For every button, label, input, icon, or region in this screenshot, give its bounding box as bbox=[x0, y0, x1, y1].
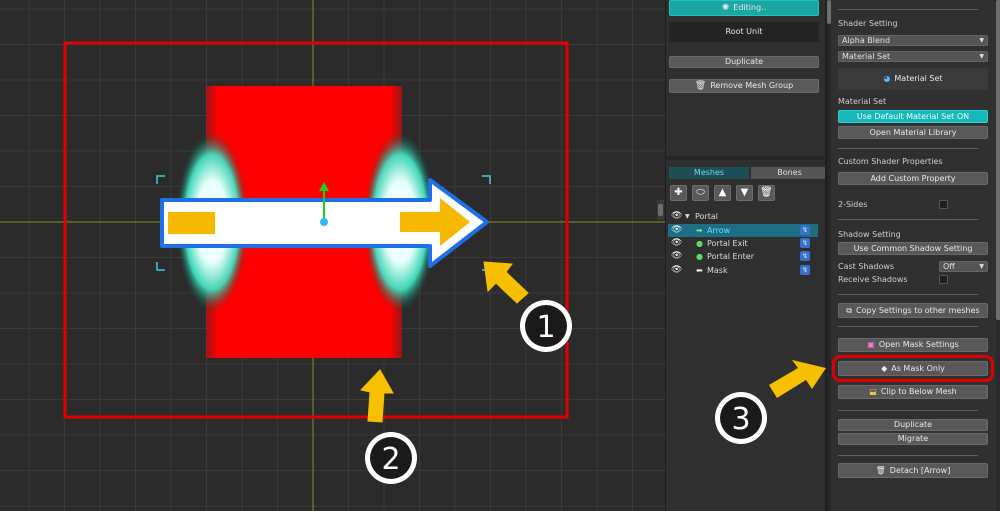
tree-item-portal[interactable]: 👁 ▼ Portal bbox=[668, 210, 818, 223]
custom-shader-label: Custom Shader Properties bbox=[838, 157, 943, 166]
tree-item-portal-exit[interactable]: 👁 ● Portal Exit ↯ bbox=[668, 237, 818, 250]
trash-icon: 🗑 bbox=[694, 81, 707, 91]
two-sides-checkbox[interactable] bbox=[939, 200, 948, 209]
visibility-eye-icon[interactable]: 👁 bbox=[671, 237, 682, 250]
duplicate-button[interactable]: Duplicate bbox=[838, 419, 988, 431]
diamond-icon: ◆ bbox=[881, 364, 888, 373]
link-icon[interactable]: ↯ bbox=[800, 238, 810, 248]
add-icon[interactable]: ✚ bbox=[670, 185, 687, 201]
scrollbar-thumb[interactable] bbox=[658, 204, 663, 216]
tree-item-arrow[interactable]: 👁 ➡ Arrow ↯ bbox=[668, 224, 818, 237]
tree-item-mask[interactable]: 👁 ⬅ Mask ↯ bbox=[668, 264, 818, 277]
clip-icon: ⬓ bbox=[869, 387, 877, 396]
scrollbar-thumb[interactable] bbox=[827, 0, 831, 24]
visibility-eye-icon[interactable]: 👁 bbox=[671, 210, 682, 223]
chevron-down-icon: ▼ bbox=[979, 53, 984, 60]
visibility-eye-icon[interactable]: 👁 bbox=[671, 264, 682, 277]
callout-badge-1: 1 bbox=[520, 300, 572, 352]
divider bbox=[838, 294, 978, 295]
blend-mode-select[interactable]: Alpha Blend ▼ bbox=[838, 35, 988, 46]
cast-shadows-select[interactable]: Off ▼ bbox=[939, 261, 988, 272]
move-down-icon[interactable]: ▼ bbox=[736, 185, 753, 201]
as-mask-only-button[interactable]: ◆ As Mask Only bbox=[832, 355, 994, 382]
link-icon[interactable]: ↯ bbox=[800, 251, 810, 261]
trash-icon[interactable]: 🗑 bbox=[758, 185, 775, 201]
open-mask-settings-button[interactable]: ▣ Open Mask Settings bbox=[838, 338, 988, 352]
chevron-down-icon: ▼ bbox=[979, 263, 984, 270]
material-select[interactable]: Material Set ▼ bbox=[838, 51, 988, 62]
inspector-scrollbar[interactable] bbox=[996, 0, 1000, 511]
duplicate-mesh-group-button[interactable]: Duplicate bbox=[669, 56, 819, 68]
material-set-label: Material Set bbox=[838, 97, 887, 106]
divider bbox=[838, 326, 978, 327]
panel-divider bbox=[666, 156, 824, 160]
link-icon[interactable]: ↯ bbox=[800, 265, 810, 275]
shadow-setting-label: Shadow Setting bbox=[838, 230, 901, 239]
editing-button[interactable]: ✺ Editing.. bbox=[669, 0, 819, 16]
remove-mesh-group-button[interactable]: 🗑 Remove Mesh Group bbox=[669, 79, 819, 93]
trash-icon: 🗑 bbox=[875, 466, 886, 475]
visibility-eye-icon[interactable]: 👁 bbox=[671, 250, 682, 263]
callout-badge-2: 2 bbox=[365, 432, 417, 484]
copy-settings-button[interactable]: ⧉ Copy Settings to other meshes bbox=[838, 303, 988, 318]
use-default-material-button[interactable]: Use Default Material Set ON bbox=[838, 110, 988, 123]
receive-shadows-checkbox[interactable] bbox=[939, 275, 948, 284]
migrate-button[interactable]: Migrate bbox=[838, 433, 988, 445]
mask-settings-icon: ▣ bbox=[867, 340, 875, 349]
inspector-panel: Shader Setting Alpha Blend ▼ Material Set… bbox=[825, 0, 1000, 511]
add-mesh-icon[interactable]: ⬭ bbox=[692, 185, 709, 201]
inspector-scrollbar-left[interactable] bbox=[827, 0, 831, 511]
clip-to-below-mesh-button[interactable]: ⬓ Clip to Below Mesh bbox=[838, 385, 988, 399]
material-sphere-icon: ◕ bbox=[883, 74, 891, 83]
tab-meshes[interactable]: Meshes bbox=[669, 167, 749, 179]
mask-icon: ⬅ bbox=[696, 266, 703, 275]
chevron-down-icon: ▼ bbox=[979, 37, 984, 44]
divider bbox=[838, 9, 978, 10]
tree-item-portal-enter[interactable]: 👁 ● Portal Enter ↯ bbox=[668, 250, 818, 263]
cast-shadows-label: Cast Shadows bbox=[838, 262, 895, 271]
link-icon[interactable]: ↯ bbox=[800, 225, 810, 235]
mesh-arrow-icon: ➡ bbox=[696, 226, 703, 235]
open-material-library-button[interactable]: Open Material Library bbox=[838, 126, 988, 139]
scrollbar-thumb[interactable] bbox=[996, 0, 1000, 320]
move-up-icon[interactable]: ▲ bbox=[714, 185, 731, 201]
divider bbox=[838, 455, 978, 456]
receive-shadows-label: Receive Shadows bbox=[838, 275, 908, 284]
callout-layer: 1 2 bbox=[360, 261, 572, 484]
tab-bones[interactable]: Bones bbox=[751, 167, 828, 179]
callout-number-1: 1 bbox=[536, 310, 555, 345]
mesh-dot-icon: ● bbox=[696, 239, 703, 248]
add-custom-property-button[interactable]: Add Custom Property bbox=[838, 172, 988, 185]
divider bbox=[838, 148, 978, 149]
divider bbox=[838, 219, 978, 220]
two-sides-label: 2-Sides bbox=[838, 200, 868, 209]
detach-button[interactable]: 🗑 Detach [Arrow] bbox=[838, 463, 988, 478]
mesh-panel-scrollbar[interactable] bbox=[657, 200, 664, 220]
callout-number-2: 2 bbox=[381, 442, 400, 477]
mesh-icon: ✺ bbox=[721, 3, 730, 13]
visibility-eye-icon[interactable]: 👁 bbox=[671, 224, 682, 237]
root-unit-button[interactable]: Root Unit bbox=[669, 22, 819, 42]
viewport[interactable]: 1 2 bbox=[0, 0, 665, 511]
shader-setting-label: Shader Setting bbox=[838, 19, 898, 28]
material-set-button[interactable]: ◕ Material Set bbox=[838, 68, 988, 90]
callout-arrow-2 bbox=[360, 369, 394, 423]
callout-arrow-1 bbox=[483, 261, 529, 304]
mesh-dot-icon: ● bbox=[696, 252, 703, 261]
collapse-arrow-icon[interactable]: ▼ bbox=[685, 210, 690, 223]
use-common-shadow-button[interactable]: Use Common Shadow Setting bbox=[838, 242, 988, 255]
copy-icon: ⧉ bbox=[846, 306, 853, 315]
divider bbox=[838, 410, 978, 411]
mesh-panel: ✺ Editing.. Root Unit Duplicate 🗑 Remove M… bbox=[657, 0, 828, 511]
